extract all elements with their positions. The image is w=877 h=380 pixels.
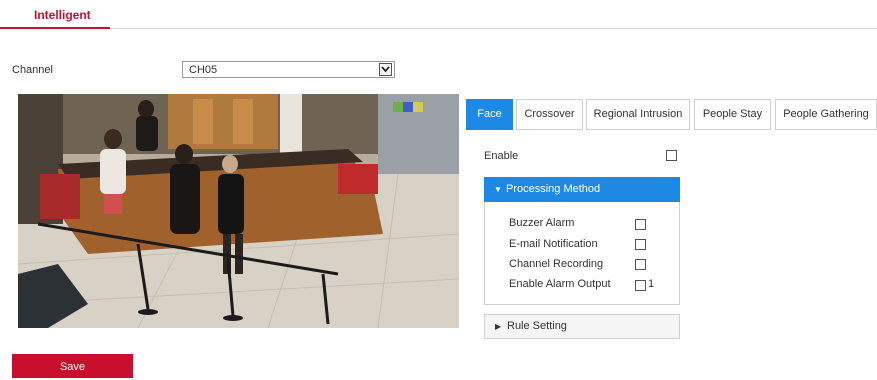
- email-notification-checkbox[interactable]: [635, 239, 646, 250]
- rule-setting-title: Rule Setting: [507, 320, 567, 332]
- channel-select-value: CH05: [189, 64, 218, 76]
- tab-label: Regional Intrusion: [593, 108, 683, 120]
- tab-people-stay[interactable]: People Stay: [694, 99, 771, 130]
- tab-label: Crossover: [524, 108, 575, 120]
- tab-face[interactable]: Face: [466, 99, 513, 130]
- tab-crossover[interactable]: Crossover: [516, 99, 583, 130]
- channel-recording-label: Channel Recording: [509, 258, 604, 270]
- video-preview[interactable]: [18, 94, 459, 328]
- channel-select[interactable]: CH05: [182, 61, 395, 78]
- enable-alarm-output-label: Enable Alarm Output: [509, 278, 611, 290]
- tab-people-gathering[interactable]: People Gathering: [775, 99, 877, 130]
- processing-method-header[interactable]: ▼ Processing Method: [484, 177, 680, 202]
- tab-regional-intrusion[interactable]: Regional Intrusion: [586, 99, 690, 130]
- tab-bar-divider: [110, 28, 877, 29]
- tab-label: People Stay: [702, 108, 763, 120]
- alarm-output-1-checkbox[interactable]: [635, 280, 646, 291]
- save-button[interactable]: Save: [12, 354, 133, 378]
- enable-label: Enable: [484, 150, 519, 162]
- buzzer-alarm-label: Buzzer Alarm: [509, 217, 575, 229]
- channel-label: Channel: [12, 64, 53, 76]
- enable-checkbox[interactable]: [666, 150, 677, 161]
- caret-down-icon: ▼: [494, 185, 502, 194]
- email-notification-label: E-mail Notification: [509, 238, 598, 250]
- alarm-output-number: 1: [648, 278, 655, 290]
- rule-setting-header[interactable]: ▶ Rule Setting: [484, 314, 680, 339]
- page-tab-label: Intelligent: [34, 8, 91, 22]
- caret-right-icon: ▶: [495, 322, 502, 331]
- page-tab-intelligent[interactable]: Intelligent: [0, 0, 110, 30]
- tab-label: People Gathering: [783, 108, 869, 120]
- camera-feed-image: [18, 94, 459, 328]
- chevron-down-icon[interactable]: [379, 63, 392, 76]
- active-tab-underline: [0, 27, 110, 29]
- processing-method-title: Processing Method: [506, 183, 601, 195]
- channel-recording-checkbox[interactable]: [635, 259, 646, 270]
- buzzer-alarm-checkbox[interactable]: [635, 219, 646, 230]
- tab-label: Face: [477, 108, 502, 120]
